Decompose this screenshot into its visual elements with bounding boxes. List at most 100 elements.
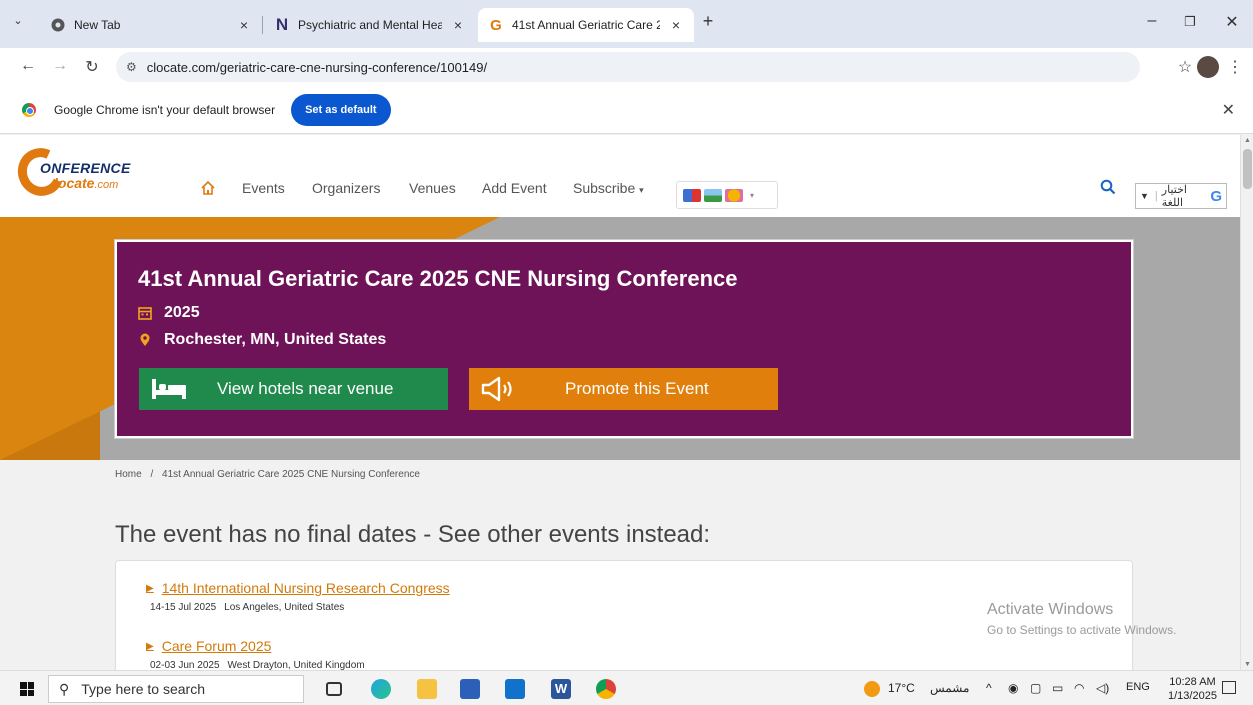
edge-icon[interactable]: [371, 679, 391, 699]
tab-separator: [262, 16, 263, 34]
triangle-right-icon: ▶: [146, 582, 154, 594]
window-close-icon[interactable]: ✕: [1222, 12, 1242, 32]
profile-avatar[interactable]: [1197, 56, 1219, 78]
page-scrollbar[interactable]: ▲ ▼: [1240, 135, 1253, 670]
breadcrumb: Home / 41st Annual Geriatric Care 2025 C…: [115, 469, 420, 480]
tray-chevron-icon[interactable]: ^: [986, 681, 992, 695]
infobar-message: Google Chrome isn't your default browser: [54, 102, 276, 117]
clocate-favicon-icon: G: [490, 16, 502, 34]
list-item: ▶ 14th International Nursing Research Co…: [146, 580, 450, 613]
tray-target-icon[interactable]: ◉: [1008, 681, 1018, 695]
category-travel-icon: [683, 188, 701, 202]
language-arrow: ▼: [1140, 191, 1149, 201]
promote-event-button[interactable]: Promote this Event: [469, 368, 778, 410]
browser-toolbar: ← → ↻ ⚙ clocate.com/geriatric-care-cne-n…: [0, 48, 1253, 86]
scrollbar-thumb[interactable]: [1243, 149, 1252, 189]
restore-icon[interactable]: ❐: [1180, 14, 1200, 30]
browser-tab-strip: ⌄ New Tab × N Psychiatric and Mental Hea…: [0, 0, 1253, 48]
scroll-down-icon[interactable]: ▼: [1244, 661, 1251, 668]
tray-volume-icon[interactable]: ◁): [1096, 681, 1109, 695]
view-hotels-button[interactable]: View hotels near venue: [139, 368, 448, 410]
language-selector[interactable]: ▼ | اختيار اللغة G: [1135, 183, 1227, 209]
search-icon: ⚲: [59, 680, 70, 697]
new-tab-button[interactable]: +: [698, 11, 718, 32]
chevron-down-icon: ▾: [750, 190, 755, 200]
search-icon[interactable]: [1100, 179, 1116, 195]
tray-wifi-icon[interactable]: ◠: [1074, 681, 1084, 695]
megaphone-icon: [481, 376, 512, 402]
scroll-up-icon[interactable]: ▲: [1244, 137, 1251, 144]
set-default-button[interactable]: Set as default: [291, 93, 391, 126]
task-view-icon[interactable]: [326, 682, 342, 696]
minimize-icon[interactable]: –: [1142, 12, 1162, 30]
promote-event-label: Promote this Event: [565, 379, 709, 398]
breadcrumb-home[interactable]: Home: [115, 469, 142, 480]
home-icon[interactable]: [200, 180, 216, 196]
tab-new-tab[interactable]: New Tab ×: [40, 8, 262, 42]
weather-sun-icon[interactable]: [864, 681, 880, 697]
weather-temp[interactable]: 17°C: [888, 681, 915, 695]
tab-close-icon[interactable]: ×: [236, 17, 252, 33]
site-info-icon[interactable]: ⚙: [126, 60, 137, 74]
site-header: [0, 135, 1240, 217]
category-landscape-icon: [704, 188, 722, 202]
event-link[interactable]: ▶ 14th International Nursing Research Co…: [146, 580, 450, 596]
clock-date: 1/13/2025: [1168, 690, 1217, 702]
watermark-title: Activate Windows: [987, 601, 1114, 618]
event-link[interactable]: ▶ Care Forum 2025: [146, 638, 365, 654]
chrome-taskbar-icon[interactable]: [596, 679, 616, 699]
nav-organizers[interactable]: Organizers: [312, 180, 380, 196]
nav-venues[interactable]: Venues: [409, 180, 456, 196]
address-bar[interactable]: ⚙ clocate.com/geriatric-care-cne-nursing…: [116, 52, 1140, 82]
nav-events[interactable]: Events: [242, 180, 285, 196]
forward-icon[interactable]: →: [50, 57, 70, 75]
word-icon[interactable]: W: [551, 679, 571, 699]
site-logo[interactable]: ONFERENCE locate.com: [11, 141, 140, 203]
taskbar-search-placeholder: Type here to search: [81, 681, 206, 697]
event-meta: 14-15 Jul 2025 Los Angeles, United States: [150, 602, 345, 613]
tab-psychiatric[interactable]: N Psychiatric and Mental Health N ×: [264, 8, 476, 42]
taskbar-clock[interactable]: 10:28 AM 1/13/2025: [1168, 675, 1217, 703]
tray-battery-icon[interactable]: ▭: [1052, 681, 1063, 695]
tab-close-icon[interactable]: ×: [668, 17, 684, 33]
logo-text-top: ONFERENCE: [40, 160, 131, 176]
tab-title: 41st Annual Geriatric Care 2025: [512, 18, 660, 32]
logo-text-bottom: locate.com: [54, 175, 119, 191]
nav-add-event[interactable]: Add Event: [482, 180, 547, 196]
event-year: 2025: [164, 304, 200, 321]
nav-subscribe[interactable]: Subscribe ▾: [573, 180, 644, 196]
breadcrumb-current: 41st Annual Geriatric Care 2025 CNE Nurs…: [162, 469, 420, 480]
language-label: اختيار اللغة: [1161, 184, 1187, 209]
reload-icon[interactable]: ↻: [82, 57, 102, 77]
bookmark-star-icon[interactable]: ☆: [1175, 57, 1195, 77]
section-title: The event has no final dates - See other…: [115, 521, 711, 548]
infobar-close-icon[interactable]: ✕: [1222, 100, 1235, 120]
clock-time: 10:28 AM: [1169, 676, 1216, 688]
taskbar-search-input[interactable]: ⚲ Type here to search: [48, 675, 304, 703]
watermark-subtitle: Go to Settings to activate Windows.: [987, 623, 1177, 637]
windows-start-icon[interactable]: [20, 682, 34, 696]
tab-geriatric-care[interactable]: G 41st Annual Geriatric Care 2025 ×: [478, 8, 694, 42]
list-item: ▶ Care Forum 2025 02-03 Jun 2025 West Dra…: [146, 638, 365, 671]
tab-list-chevron-icon[interactable]: ⌄: [8, 14, 28, 27]
event-title: 41st Annual Geriatric Care 2025 CNE Nurs…: [138, 266, 738, 291]
map-pin-icon: [140, 333, 150, 346]
store-icon[interactable]: [460, 679, 480, 699]
chrome-logo-icon: [22, 102, 36, 117]
activate-windows-watermark: Activate Windows Go to Settings to activ…: [987, 601, 1176, 637]
tray-device-icon[interactable]: ▢: [1030, 681, 1041, 695]
event-year-row: 2025: [138, 304, 200, 322]
category-arts-icon: [725, 188, 743, 202]
tray-language[interactable]: ENG: [1126, 681, 1150, 693]
n-logo-icon: N: [275, 15, 289, 34]
back-icon[interactable]: ←: [18, 57, 38, 75]
file-explorer-icon[interactable]: [417, 679, 437, 699]
chrome-icon: [50, 17, 66, 33]
menu-kebab-icon[interactable]: ⋮: [1225, 57, 1245, 77]
notifications-icon[interactable]: [1222, 681, 1236, 694]
tab-close-icon[interactable]: ×: [450, 17, 466, 33]
tab-title: New Tab: [74, 18, 121, 32]
category-dropdown[interactable]: ▾: [676, 181, 778, 209]
outlook-icon[interactable]: [505, 679, 525, 699]
weather-text[interactable]: مشمس: [930, 681, 969, 695]
